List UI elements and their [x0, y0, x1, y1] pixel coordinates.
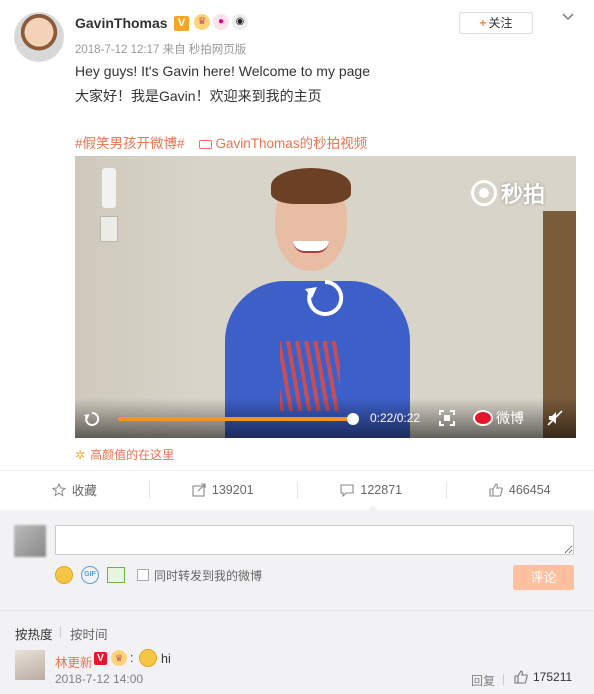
- weibo-logo[interactable]: 微博: [473, 408, 524, 428]
- video-controls: 0:22/0:22 微博: [75, 398, 576, 438]
- replay-small-icon[interactable]: [83, 410, 101, 428]
- comment-action-divider: [503, 674, 504, 685]
- comment-submit-button[interactable]: 评论: [513, 565, 574, 590]
- badge-group: ♛ ● ◉: [194, 14, 248, 30]
- follow-label: 关注: [488, 16, 513, 30]
- pig-badge-icon[interactable]: ●: [213, 14, 229, 30]
- repost-count: 139201: [211, 482, 254, 497]
- repost-checkbox-label: 同时转发到我的微博: [154, 568, 263, 583]
- comment-caret: [366, 505, 380, 512]
- current-user-avatar[interactable]: [14, 525, 46, 557]
- video-frame-outlet: [100, 216, 118, 242]
- replay-icon[interactable]: [303, 276, 347, 320]
- video-time: 0:22/0:22: [370, 411, 421, 425]
- comment-colon: :: [130, 651, 134, 665]
- comment-tools: GIF 同时转发到我的微博: [55, 566, 262, 584]
- verified-badge-icon[interactable]: V: [174, 16, 189, 31]
- post-meta: 2018-7-12 12:17 来自 秒拍网页版: [75, 44, 247, 56]
- comment-count: 122871: [360, 482, 403, 497]
- chevron-down-icon[interactable]: [561, 10, 575, 24]
- favorite-label: 收藏: [71, 484, 97, 498]
- video-frame-switch: [102, 168, 116, 208]
- comment-like-button[interactable]: 175211: [514, 670, 572, 684]
- username[interactable]: GavinThomas: [75, 15, 168, 31]
- commenter-username[interactable]: 林更新: [55, 652, 93, 671]
- gif-icon[interactable]: GIF: [81, 566, 99, 584]
- video-frame-kid-hair: [271, 168, 351, 204]
- sort-divider: [60, 626, 61, 638]
- fullscreen-icon[interactable]: [439, 410, 455, 426]
- miaopai-logo-icon: [471, 180, 497, 206]
- follow-button[interactable]: + 关注: [459, 12, 533, 34]
- comment-sort-bar: 按热度 按时间: [0, 610, 594, 650]
- video-link-label: GavinThomas的秒拍视频: [215, 136, 368, 151]
- comment-smile-emoji-icon: [139, 649, 157, 667]
- comment-section: GIF 同时转发到我的微博 评论 按热度 按时间 林更新 V ♛ : hi 20…: [0, 510, 594, 694]
- weibo-logo-label: 微博: [496, 410, 524, 426]
- checkbox-box[interactable]: [137, 569, 149, 581]
- thumbs-up-icon: [514, 670, 528, 684]
- like-count: 466454: [508, 482, 551, 497]
- weibo-post: GavinThomas V ♛ ● ◉ 2018-7-12 12:17 来自 秒…: [0, 0, 594, 470]
- repost-icon: [192, 482, 206, 497]
- commenter-avatar[interactable]: [15, 650, 45, 680]
- sparkle-icon: ✲: [75, 447, 86, 462]
- repost-button[interactable]: 139201: [148, 471, 298, 508]
- commenter-verified-icon[interactable]: V: [94, 652, 107, 665]
- video-camera-icon: [198, 139, 212, 149]
- comment-text: hi: [161, 652, 171, 666]
- progress-knob[interactable]: [347, 413, 359, 425]
- video-link[interactable]: GavinThomas的秒拍视频: [198, 132, 368, 152]
- crown-badge-icon[interactable]: ♛: [194, 14, 210, 30]
- progress-bar[interactable]: [118, 413, 359, 425]
- mute-icon[interactable]: [547, 410, 563, 426]
- comment-button[interactable]: 122871: [297, 471, 446, 508]
- comment-time: 2018-7-12 14:00: [55, 672, 144, 686]
- like-button[interactable]: 466454: [445, 471, 594, 508]
- thumbs-up-icon: [489, 482, 503, 497]
- emoji-smile-icon[interactable]: [55, 566, 73, 584]
- comment-input[interactable]: [55, 525, 574, 555]
- watermark-label: 秒拍: [501, 182, 546, 207]
- image-icon[interactable]: [107, 567, 125, 583]
- comment-like-count: 175211: [533, 670, 573, 684]
- avatar[interactable]: [14, 12, 64, 62]
- post-text-en: Hey guys! It's Gavin here! Welcome to my…: [75, 63, 370, 79]
- post-text-cn: 大家好！我是Gavin！欢迎来到我的主页: [75, 88, 322, 104]
- plus-icon: +: [479, 16, 487, 30]
- video-frame-wall: [75, 156, 205, 438]
- star-icon: [51, 482, 66, 497]
- post-actions-bar: 收藏 139201 122871 466454: [0, 470, 594, 508]
- sort-by-hot-tab[interactable]: 按热度: [15, 624, 53, 643]
- favorite-button[interactable]: 收藏: [0, 471, 149, 508]
- topic-tag-link[interactable]: #假笑男孩开微博#: [75, 132, 185, 152]
- comment-reply-link[interactable]: 回复: [471, 672, 495, 689]
- sort-by-time-tab[interactable]: 按时间: [70, 624, 108, 643]
- weibo-eye-icon: [473, 410, 493, 426]
- repost-checkbox[interactable]: 同时转发到我的微博: [137, 567, 262, 584]
- video-player[interactable]: 秒拍 0:22/0:22 微博: [75, 156, 576, 438]
- commenter-crown-badge-icon[interactable]: ♛: [111, 650, 127, 666]
- miaopai-watermark: 秒拍: [471, 177, 545, 209]
- beauty-link[interactable]: ✲ 高颜值的在这里: [75, 446, 174, 463]
- post-tags: #假笑男孩开微博# GavinThomas的秒拍视频: [75, 132, 367, 152]
- panda-badge-icon[interactable]: ◉: [232, 14, 248, 30]
- beauty-link-label: 高颜值的在这里: [90, 448, 175, 462]
- progress-fill: [118, 417, 353, 421]
- comment-icon: [340, 483, 354, 497]
